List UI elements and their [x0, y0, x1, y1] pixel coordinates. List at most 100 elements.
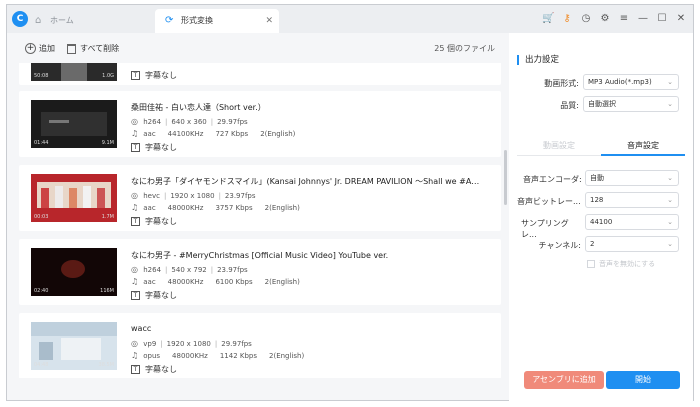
trash-icon — [67, 43, 76, 54]
tab-home[interactable]: ⌂ ホーム — [35, 9, 145, 33]
video-thumbnail: 02:40 116M — [31, 248, 117, 296]
list-scrollbar[interactable] — [504, 150, 507, 205]
minimize-icon[interactable]: — — [637, 12, 649, 26]
thumbnail-duration: 04:48 — [34, 362, 49, 368]
home-icon: ⌂ — [35, 15, 42, 26]
thumbnail-size: 116M — [100, 288, 114, 294]
app-window: C ⌂ ホーム ⟳ 形式変換 ✕ 🛒 ⚷ ◷ ⚙ ≡ — ☐ ✕ + 追加 すべて削… — [6, 4, 694, 401]
subtitle-row: T 字幕なし — [131, 142, 177, 153]
thumbnail-duration: 02:40 — [34, 288, 49, 294]
plus-circle-icon: + — [25, 43, 36, 54]
thumbnail-size: 38.5M — [98, 362, 114, 368]
video-thumbnail: 00:03 1.7M — [31, 174, 117, 222]
music-icon: ♫ — [131, 203, 139, 212]
quality-value: 自動選択 — [588, 100, 616, 108]
delete-all-button[interactable]: すべて削除 — [67, 42, 119, 56]
video-icon: ◎ — [131, 117, 138, 126]
close-icon[interactable]: ✕ — [675, 12, 687, 26]
resolution: 640 x 360 — [171, 118, 207, 126]
audio-codec: aac — [143, 278, 156, 286]
music-icon: ♫ — [131, 129, 139, 138]
list-item[interactable]: 04:48 38.5M wacc ◎ vp9 | 1920 x 1080 | 29.97… — [19, 313, 501, 378]
add-button[interactable]: + 追加 — [25, 42, 55, 56]
chevron-down-icon: ⌄ — [667, 218, 673, 226]
settings-icon[interactable]: ⚙ — [599, 12, 611, 26]
fps: 23.97fps — [224, 192, 256, 200]
list-item[interactable]: 50:08 1.0G T 字幕なし — [19, 63, 501, 85]
bitrate: 727 Kbps — [215, 130, 249, 138]
subtitle-value: 字幕なし — [145, 291, 177, 300]
channels: 2(English) — [264, 204, 300, 212]
maximize-icon[interactable]: ☐ — [656, 12, 668, 26]
disable-audio-label: 音声を無効にする — [599, 260, 656, 268]
video-format-select[interactable]: MP3 Audio(*.mp3) ⌄ — [583, 74, 679, 90]
channel-select[interactable]: 2 ⌄ — [585, 236, 679, 252]
history-icon[interactable]: ◷ — [580, 12, 592, 26]
tab-video-settings[interactable]: 動画設定 — [517, 136, 601, 156]
audio-meta: ♫ aac 44100KHz 727 Kbps 2(English) — [131, 129, 295, 138]
chevron-down-icon: ⌄ — [667, 100, 673, 108]
sample-rate: 44100KHz — [167, 130, 204, 138]
thumbnail-duration: 00:03 — [34, 214, 49, 220]
delete-all-label: すべて削除 — [80, 44, 120, 53]
subtitle-row: T 字幕なし — [131, 216, 177, 227]
video-thumbnail: 50:08 1.0G — [31, 63, 117, 81]
key-icon[interactable]: ⚷ — [561, 12, 573, 26]
audio-meta: ♫ aac 48000KHz 3757 Kbps 2(English) — [131, 203, 300, 212]
video-meta: ◎ hevc | 1920 x 1080 | 23.97fps — [131, 191, 256, 200]
list-item[interactable]: 00:03 1.7M なにわ男子「ダイヤモンドスマイル」(Kansai John… — [19, 165, 501, 231]
checkbox-icon — [587, 260, 595, 268]
subtitle-row: T 字幕なし — [131, 70, 177, 81]
encoder-select[interactable]: 自動 ⌄ — [585, 170, 679, 186]
tab-convert[interactable]: ⟳ 形式変換 ✕ — [155, 9, 279, 33]
audio-codec: aac — [143, 204, 156, 212]
video-format-value: MP3 Audio(*.mp3) — [588, 78, 652, 86]
video-icon: ◎ — [131, 339, 138, 348]
thumbnail-size: 1.7M — [101, 214, 114, 220]
sampling-label: サンプリングレ... — [521, 219, 569, 239]
subtitle-row: T 字幕なし — [131, 290, 177, 301]
channels: 2(English) — [269, 352, 305, 360]
fps: 29.97fps — [217, 118, 248, 126]
channels: 2(English) — [264, 278, 300, 286]
title-bar: C ⌂ ホーム ⟳ 形式変換 ✕ 🛒 ⚷ ◷ ⚙ ≡ — ☐ ✕ — [7, 5, 693, 33]
window-controls: 🛒 ⚷ ◷ ⚙ ≡ — ☐ ✕ — [542, 12, 687, 26]
list-item[interactable]: 01:44 9.1M 桑田佳祐 - 白い恋人達（Short ver.） ◎ h2… — [19, 91, 501, 157]
tab-convert-label: 形式変換 — [181, 16, 213, 25]
toolbar: + 追加 すべて削除 25 個のファイル — [7, 33, 503, 65]
music-icon: ♫ — [131, 277, 139, 286]
bitrate-value: 128 — [590, 196, 604, 204]
encoder-label: 音声エンコーダ: — [523, 175, 582, 184]
codec: h264 — [143, 118, 162, 126]
thumbnail-duration: 01:44 — [34, 140, 49, 146]
music-icon: ♫ — [131, 351, 139, 360]
video-thumbnail: 04:48 38.5M — [31, 322, 117, 370]
menu-icon[interactable]: ≡ — [618, 12, 630, 26]
start-button[interactable]: 開始 — [606, 371, 680, 389]
output-settings-panel: 出力設定 動画形式: MP3 Audio(*.mp3) ⌄ 品質: 自動選択 ⌄ 動… — [509, 33, 693, 401]
disable-audio-checkbox[interactable]: 音声を無効にする — [587, 259, 655, 269]
file-title: wacc — [131, 324, 152, 333]
thumbnail-size: 1.0G — [102, 73, 114, 79]
add-to-assembly-button[interactable]: アセンブリに追加 — [524, 371, 604, 389]
codec: h264 — [143, 266, 162, 274]
bitrate: 3757 Kbps — [215, 204, 253, 212]
convert-icon: ⟳ — [165, 15, 174, 26]
quality-select[interactable]: 自動選択 ⌄ — [583, 96, 679, 112]
app-logo: C — [12, 11, 28, 27]
video-meta: ◎ h264 | 540 x 792 | 23.97fps — [131, 265, 248, 274]
chevron-down-icon: ⌄ — [667, 174, 673, 182]
resolution: 1920 x 1080 — [166, 340, 211, 348]
bitrate-select[interactable]: 128 ⌄ — [585, 192, 679, 208]
cart-icon[interactable]: 🛒 — [542, 12, 554, 26]
subtitle-value: 字幕なし — [145, 365, 177, 374]
list-item[interactable]: 02:40 116M なにわ男子 - #MerryChristmas [Offi… — [19, 239, 501, 305]
tab-audio-settings[interactable]: 音声設定 — [601, 136, 685, 156]
tab-close-icon[interactable]: ✕ — [265, 9, 273, 33]
chevron-down-icon: ⌄ — [667, 196, 673, 204]
panel-title: 出力設定 — [517, 55, 559, 65]
sampling-select[interactable]: 44100 ⌄ — [585, 214, 679, 230]
fps: 23.97fps — [217, 266, 248, 274]
thumbnail-size: 9.1M — [101, 140, 114, 146]
channel-value: 2 — [590, 240, 595, 248]
